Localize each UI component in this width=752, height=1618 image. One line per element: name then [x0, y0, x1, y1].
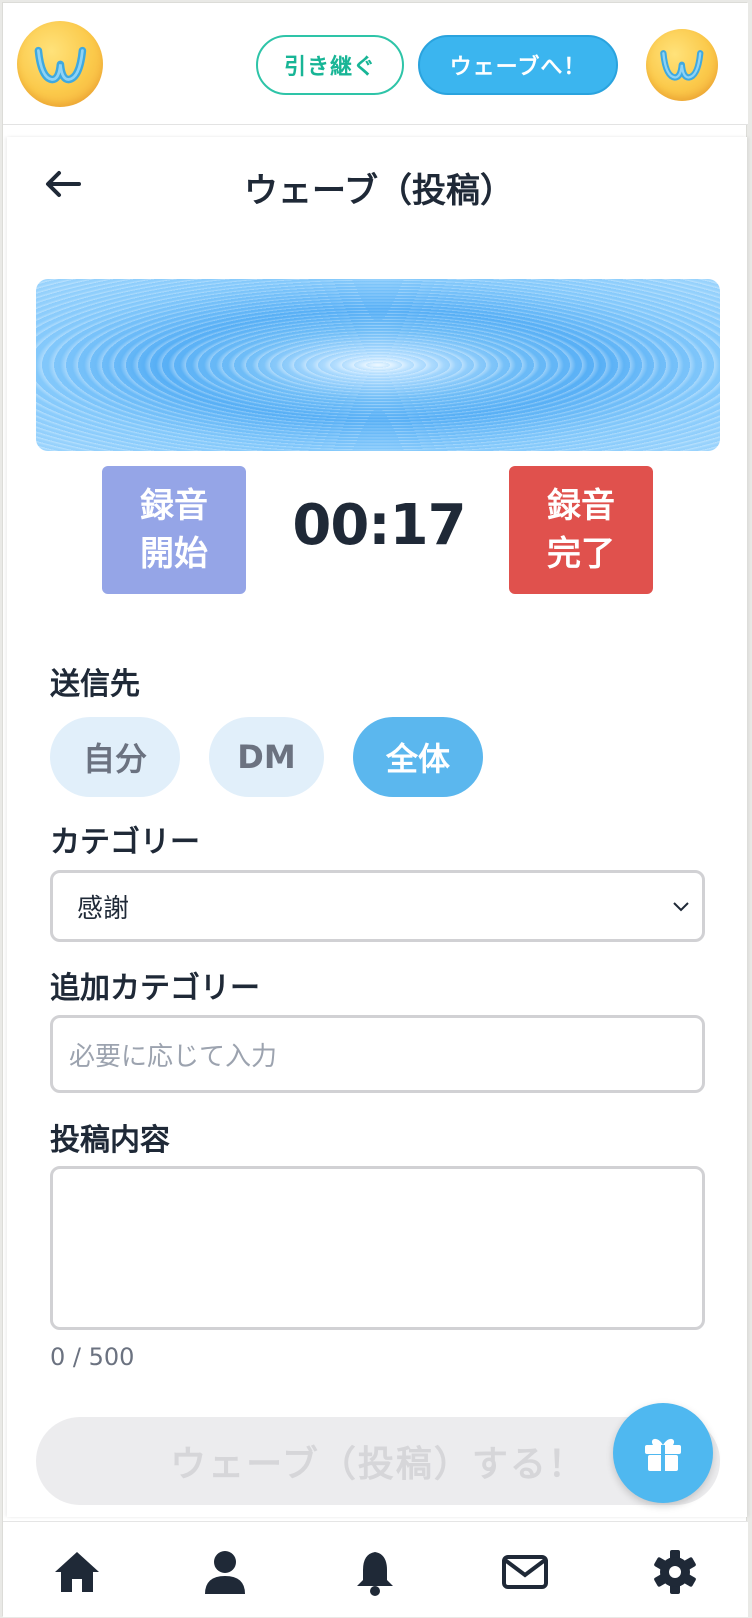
record-timer: 00:17: [292, 493, 466, 558]
record-start-button[interactable]: 録音 開始: [102, 466, 246, 594]
record-start-label-2: 開始: [140, 534, 208, 574]
hikitsugi-button[interactable]: 引き継ぐ: [256, 35, 404, 95]
home-icon[interactable]: [51, 1548, 103, 1596]
bottom-nav: [3, 1521, 748, 1617]
chevron-down-icon: [673, 902, 689, 912]
record-start-label-1: 録音: [140, 486, 208, 526]
page-title: ウェーブ（投稿）: [244, 171, 514, 211]
w-avatar-glyph: [660, 50, 704, 81]
destination-chip-self[interactable]: 自分: [50, 717, 180, 797]
category-label: カテゴリー: [50, 825, 200, 860]
record-finish-button[interactable]: 録音 完了: [509, 466, 653, 594]
gear-icon[interactable]: [649, 1548, 701, 1596]
record-finish-label-2: 完了: [547, 534, 615, 574]
destination-chip-dm[interactable]: DM: [209, 717, 324, 797]
wave-visualizer: [36, 279, 720, 451]
app-header: 引き継ぐ ウェーブへ！: [3, 3, 748, 125]
char-counter: 0 / 500: [50, 1343, 135, 1371]
gift-icon: [645, 1438, 681, 1471]
category-select[interactable]: 感謝: [50, 870, 705, 942]
w-logo-avatar-icon[interactable]: [646, 29, 718, 101]
category-selected-value: 感謝: [77, 893, 130, 924]
record-finish-label-1: 録音: [547, 486, 615, 526]
app-frame: 引き継ぐ ウェーブへ！ ウェーブ（投稿） 録音 開始 00:17 録音 完了 送…: [2, 2, 748, 1617]
destination-chip-all[interactable]: 全体: [353, 717, 483, 797]
content-label: 投稿内容: [50, 1123, 170, 1158]
extra-category-input[interactable]: 必要に応じて入力: [50, 1015, 705, 1093]
destination-label: 送信先: [50, 667, 140, 702]
bell-icon[interactable]: [349, 1548, 401, 1596]
w-logo-icon[interactable]: [17, 21, 103, 107]
gift-button[interactable]: [613, 1403, 713, 1503]
w-logo-glyph: [34, 46, 86, 83]
mail-icon[interactable]: [499, 1548, 551, 1596]
user-icon[interactable]: [199, 1548, 251, 1596]
go-wave-button[interactable]: ウェーブへ！: [418, 35, 618, 95]
extra-category-label: 追加カテゴリー: [50, 971, 260, 1006]
content-textarea[interactable]: [50, 1166, 705, 1330]
